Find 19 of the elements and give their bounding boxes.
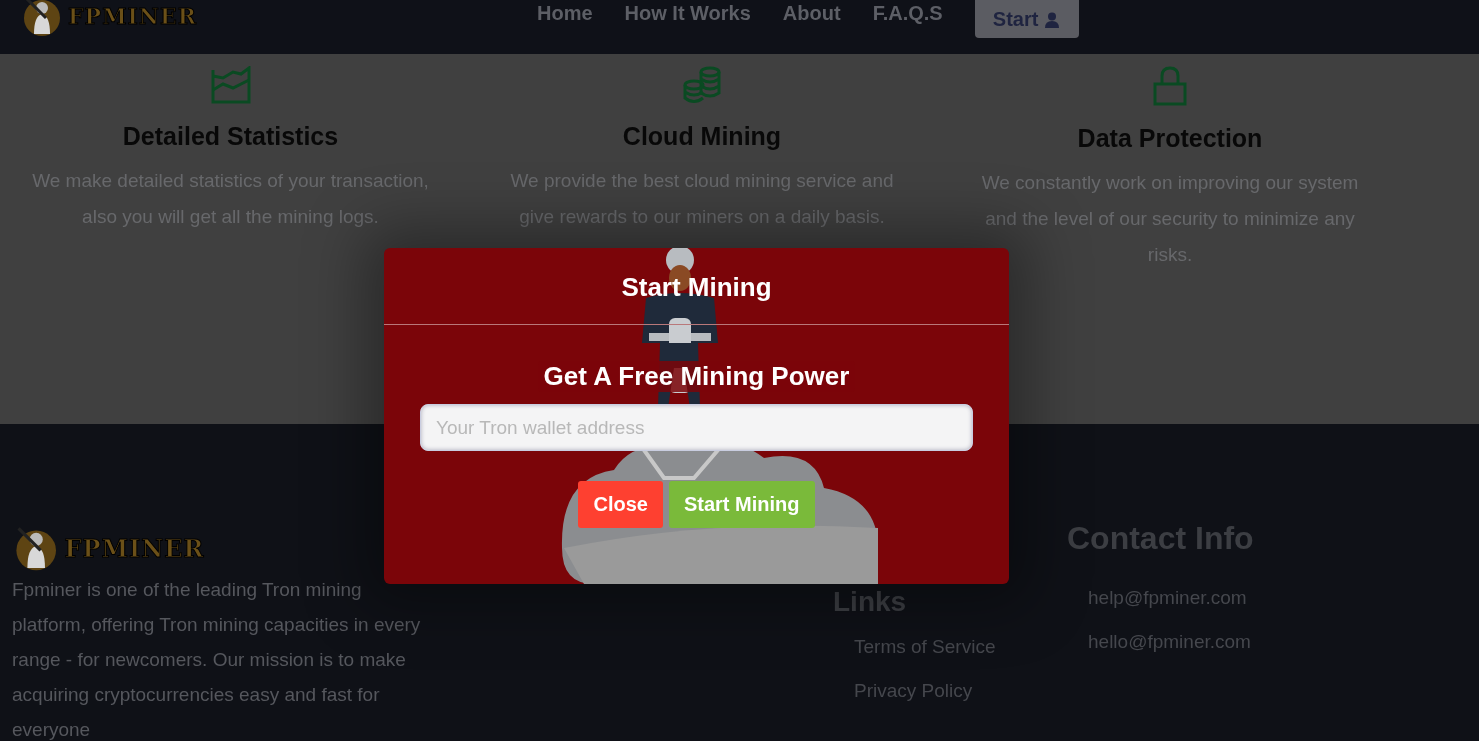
- logo-text: FPMINER: [68, 3, 197, 29]
- nav-link[interactable]: Home: [536, 2, 593, 25]
- feature-title: Cloud Mining: [622, 122, 782, 151]
- modal-title: Start Mining: [621, 271, 772, 303]
- chart-icon: [210, 66, 251, 104]
- start-button[interactable]: Start: [974, 0, 1079, 38]
- nav-link[interactable]: How It Works: [624, 2, 751, 25]
- start-mining-button[interactable]: Start Mining: [668, 481, 815, 528]
- about-text: Fpminer is one of the leading Tron mining platform, offering Tron mining capacities in every range - for newcomers. Our mission is to make acquiring cryptocurrencies easy and fast for everyone: [12, 578, 422, 741]
- wallet-address-field[interactable]: Your Tron wallet address: [420, 404, 973, 451]
- nav-link[interactable]: F.A.Q.S: [872, 2, 943, 25]
- close-button[interactable]: Close: [578, 481, 663, 528]
- lock-icon: [1153, 66, 1187, 106]
- nav-link[interactable]: About: [782, 2, 841, 25]
- coins-icon: [682, 66, 722, 104]
- logo-text: FPMINER: [64, 533, 205, 563]
- user-icon: [1045, 12, 1060, 28]
- feature-title: Detailed Statistics: [122, 122, 339, 151]
- feature-title: Data Protection: [1077, 124, 1263, 153]
